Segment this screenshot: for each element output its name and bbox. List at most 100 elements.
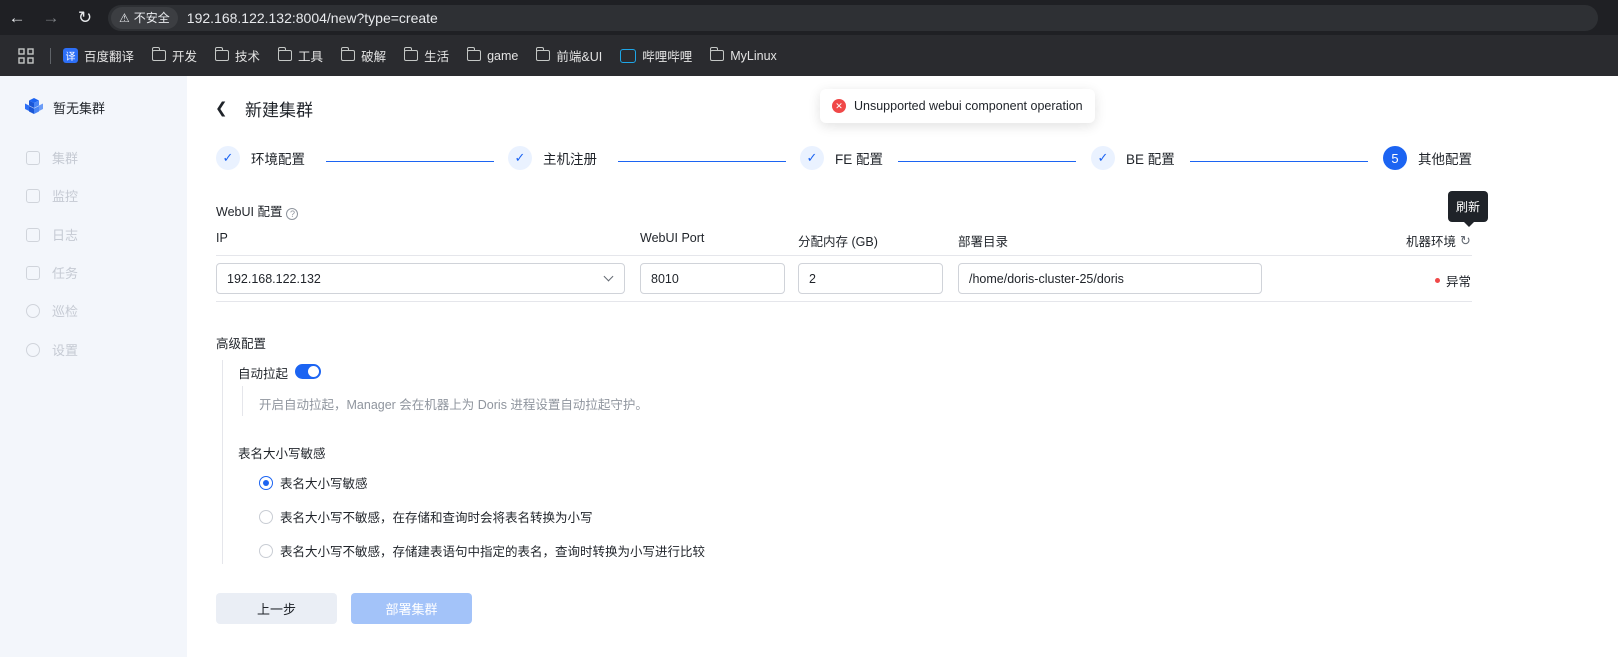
sidebar-item-task[interactable]: 任务 [26, 263, 78, 282]
sidebar: 暂无集群 集群 监控 日志 任务 巡检 设置 [0, 76, 187, 657]
col-memory: 分配内存 (GB) [798, 235, 878, 249]
memory-input[interactable]: 2 [798, 263, 943, 294]
bookmark-gongju[interactable]: 工具 [277, 46, 323, 65]
folder-icon [535, 47, 551, 61]
error-icon: ✕ [832, 99, 846, 113]
prev-button[interactable]: 上一步 [216, 593, 337, 624]
case-option-sensitive[interactable]: 表名大小写敏感 [259, 473, 368, 492]
folder-icon [214, 47, 230, 61]
sidebar-item-settings[interactable]: 设置 [26, 340, 78, 359]
table-divider [216, 255, 1472, 256]
page-title: 新建集群 [245, 101, 313, 120]
ip-select[interactable]: 192.168.122.132 [216, 263, 625, 294]
radio[interactable] [259, 509, 273, 524]
step-fe: ✓ FE 配置 [800, 146, 883, 170]
auto-start-toggle[interactable] [295, 364, 321, 379]
folder-icon [709, 47, 725, 61]
radio-checked[interactable] [259, 475, 273, 490]
col-port: WebUI Port [640, 231, 705, 245]
case-title: 表名大小写敏感 [238, 447, 326, 461]
col-env: 机器环境 ↻ [1406, 232, 1471, 250]
auto-start-label: 自动拉起 [238, 367, 289, 381]
chevron-down-icon [603, 271, 614, 282]
log-icon [26, 227, 40, 242]
dir-input[interactable]: /home/doris-cluster-25/doris [958, 263, 1262, 294]
sidebar-item-cluster[interactable]: 集群 [26, 148, 78, 167]
task-icon [26, 265, 40, 280]
webui-section-title: WebUI 配置? [216, 201, 299, 220]
auto-start-hint: 开启自动拉起，Manager 会在机器上为 Doris 进程设置自动拉起守护。 [259, 398, 648, 412]
col-dir: 部署目录 [958, 235, 1009, 249]
security-label: 不安全 [133, 11, 170, 25]
bilibili-icon [620, 48, 637, 63]
fanyi-icon: 译 [63, 48, 78, 63]
refresh-tooltip: 刷新 [1448, 191, 1488, 227]
step-env: ✓ 环境配置 [216, 146, 305, 170]
hint-border [242, 386, 243, 416]
refresh-icon[interactable]: ↻ [1460, 233, 1471, 249]
bookmark-pojie[interactable]: 破解 [340, 46, 386, 65]
step-number: 5 [1383, 146, 1407, 170]
col-ip: IP [216, 231, 228, 245]
sidebar-item-monitor[interactable]: 监控 [26, 186, 78, 205]
reload-icon[interactable]: ↻ [68, 1, 102, 35]
browser-address-bar: ← → ↻ ⚠ 不安全 192.168.122.132:8004/new?typ… [0, 0, 1618, 35]
bookmark-game[interactable]: game [466, 47, 518, 63]
security-chip[interactable]: ⚠ 不安全 [111, 6, 178, 29]
help-icon[interactable]: ? [286, 208, 299, 220]
bookmark-bilibili[interactable]: 哔哩哔哩 [620, 46, 692, 65]
sidebar-item-log[interactable]: 日志 [26, 225, 78, 244]
bookmark-separator [50, 47, 51, 64]
step-be: ✓ BE 配置 [1091, 146, 1175, 170]
error-toast: ✕ Unsupported webui component operation [820, 89, 1095, 123]
folder-icon [151, 47, 167, 61]
folder-icon [340, 47, 356, 61]
check-icon: ✓ [508, 146, 532, 170]
bookmarks-bar: 译百度翻译 开发 技术 工具 破解 生活 game 前端&UI 哔哩哔哩 MyL… [0, 35, 1618, 76]
url-text: 192.168.122.132:8004/new?type=create [186, 9, 438, 26]
bookmark-kaifa[interactable]: 开发 [151, 46, 197, 65]
ip-value: 192.168.122.132 [227, 271, 321, 286]
toast-message: Unsupported webui component operation [854, 99, 1083, 113]
step-connector [1190, 161, 1368, 162]
advanced-border [222, 360, 223, 564]
apps-grid-icon[interactable] [16, 47, 36, 64]
step-other: 5 其他配置 [1383, 146, 1472, 170]
status-dot-icon [1435, 278, 1440, 283]
bookmark-shenghuo[interactable]: 生活 [403, 46, 449, 65]
step-connector [618, 161, 786, 162]
check-icon: ✓ [800, 146, 824, 170]
step-host: ✓ 主机注册 [508, 146, 597, 170]
back-arrow-icon[interactable]: ❮ [215, 99, 228, 117]
back-nav-icon[interactable]: ← [0, 1, 34, 35]
check-icon: ✓ [1091, 146, 1115, 170]
case-option-compare-lower[interactable]: 表名大小写不敏感，存储建表语句中指定的表名，查询时转换为小写进行比较 [259, 541, 705, 560]
bookmark-mylinux[interactable]: MyLinux [709, 47, 777, 63]
brand[interactable]: 暂无集群 [24, 97, 105, 117]
brand-label: 暂无集群 [53, 100, 106, 116]
folder-icon [277, 47, 293, 61]
table-divider [216, 301, 1472, 302]
warning-icon: ⚠ [119, 10, 130, 25]
port-input[interactable]: 8010 [640, 263, 785, 294]
check-icon: ✓ [216, 146, 240, 170]
forward-nav-icon[interactable]: → [34, 1, 68, 35]
settings-icon [26, 342, 40, 357]
radio[interactable] [259, 543, 273, 558]
case-option-lowercase[interactable]: 表名大小写不敏感，在存储和查询时会将表名转换为小写 [259, 507, 593, 526]
sidebar-item-inspect[interactable]: 巡检 [26, 301, 78, 320]
folder-icon [403, 47, 419, 61]
url-field[interactable]: ⚠ 不安全 192.168.122.132:8004/new?type=crea… [108, 4, 1598, 31]
step-connector [898, 161, 1076, 162]
folder-icon [466, 47, 482, 61]
advanced-title: 高级配置 [216, 337, 267, 351]
bookmark-frontend[interactable]: 前端&UI [535, 46, 602, 65]
deploy-button[interactable]: 部署集群 [351, 593, 472, 624]
bookmark-jishu[interactable]: 技术 [214, 46, 260, 65]
cubes-logo-icon [25, 98, 43, 114]
cluster-icon [26, 150, 40, 165]
bookmark-fanyi[interactable]: 译百度翻译 [63, 46, 134, 65]
env-status: 异常 [1435, 271, 1471, 290]
monitor-icon [26, 188, 40, 203]
step-connector [326, 161, 494, 162]
